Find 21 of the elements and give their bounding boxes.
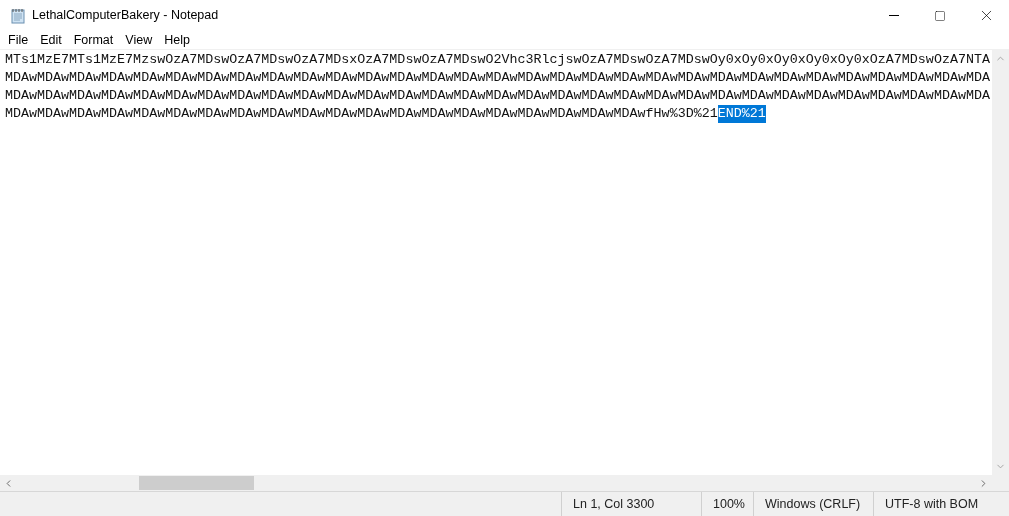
status-item: UTF-8 with BOM <box>873 492 997 516</box>
horizontal-scrollbar[interactable] <box>0 475 992 491</box>
maximize-icon <box>934 9 946 22</box>
menu-item[interactable]: Format <box>67 30 120 50</box>
notepad-icon <box>10 7 26 24</box>
status-item: Windows (CRLF) <box>753 492 873 516</box>
text-line: MDAwMDAwMDAwMDAwMDAwMDAwMDAwMDAwMDAwMDAwMDAwMDAwMDAwMDAwMDAwMDAwMDAwMDAwMDAwMDAwMDAwMDAwMDAwMDAwMDAwMDAwMDAwMDAwMDAwMDAwMDA <box>5 87 990 105</box>
text-line: MDAwMDAwMDAwMDAwMDAwMDAwMDAwMDAwMDAwMDAwMDAwMDAwMDAwMDAwMDAwMDAwMDAwMDAwMDAwMDAwfHw%3D%21 <box>5 105 718 123</box>
menu-item[interactable]: Help <box>158 30 196 50</box>
menu-item[interactable]: View <box>119 30 159 50</box>
vertical-scrollbar[interactable] <box>992 50 1009 475</box>
text-line: MTs1MzE7MTs1MzE7MzswOzA7MDswOzA7MDswOzA7MDsxOzA7MDswOzA7MDswO2Vhc3RlcjswOzA7MDswOzA7MDswOy0xOy0xOy0xOy0xOy0xOzA7MDswOzA7NTA <box>5 51 990 69</box>
menu-item[interactable]: File <box>2 30 35 50</box>
selected-text: END%21 <box>717 105 766 123</box>
status-item: 100% <box>701 492 753 516</box>
text-line: MDAwMDAwMDAwMDAwMDAwMDAwMDAwMDAwMDAwMDAwMDAwMDAwMDAwMDAwMDAwMDAwMDAwMDAwMDAwMDAwMDAwMDAwMDAwMDAwMDAwMDAwMDAwMDAwMDAwMDAwMDA <box>5 69 990 87</box>
menu-item[interactable]: Edit <box>34 30 68 50</box>
minimize-icon <box>889 15 899 16</box>
window-title: LethalComputerBakery - Notepad <box>32 7 219 25</box>
scrollbar-thumb[interactable] <box>139 476 254 490</box>
status-item: Ln 1, Col 3300 <box>561 492 701 516</box>
